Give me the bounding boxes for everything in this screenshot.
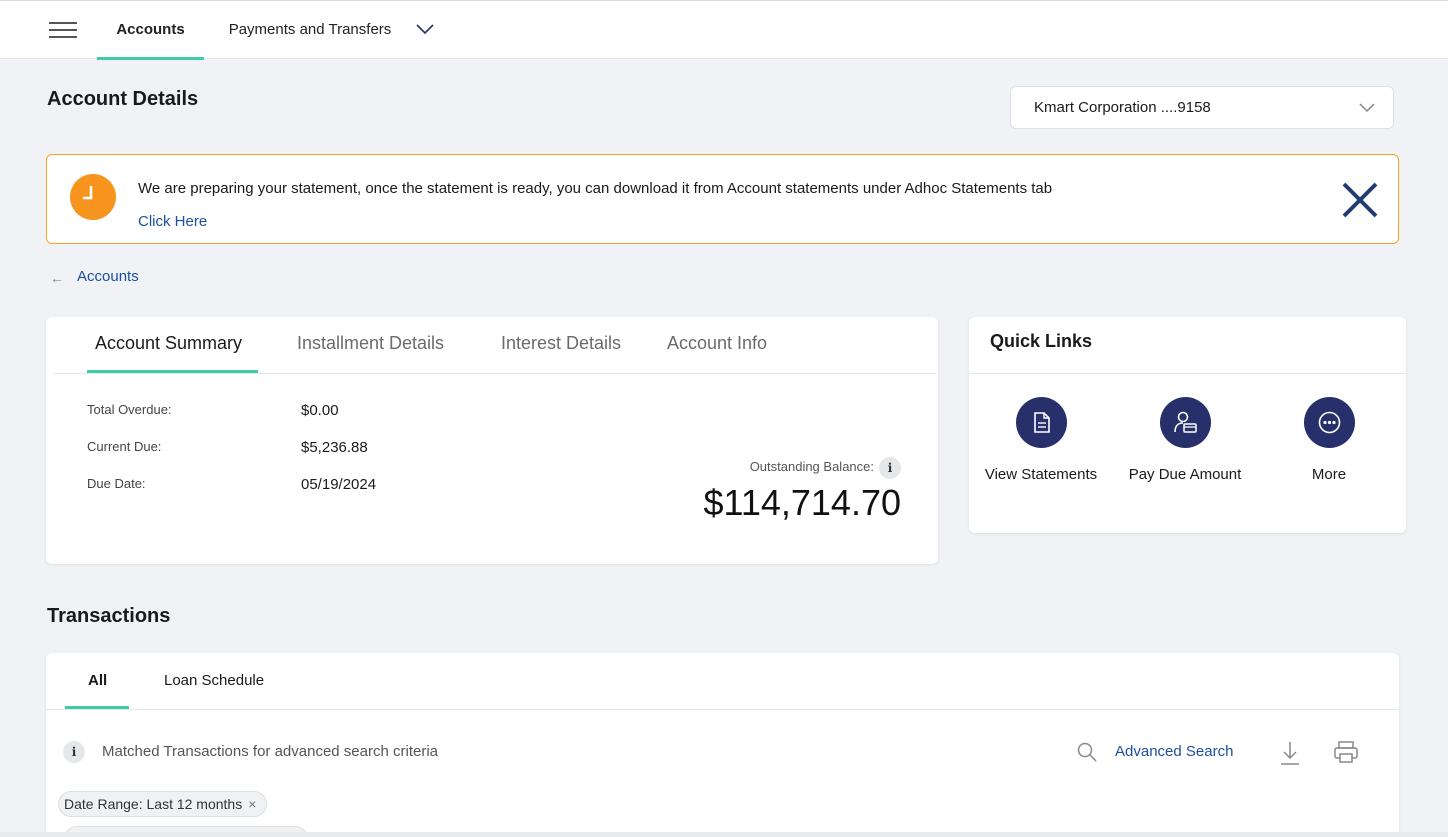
tab-account-info[interactable]: Account Info — [667, 333, 767, 354]
total-overdue-label: Total Overdue: — [87, 402, 172, 417]
chevron-down-icon[interactable] — [416, 23, 434, 35]
close-icon[interactable] — [1341, 181, 1379, 219]
tab-account-summary[interactable]: Account Summary — [95, 333, 242, 354]
due-date-label: Due Date: — [87, 476, 146, 491]
current-due-label: Current Due: — [87, 439, 162, 454]
tab-interest-details[interactable]: Interest Details — [501, 333, 621, 354]
divider — [46, 709, 1399, 710]
due-date-value: 05/19/2024 — [301, 476, 377, 493]
breadcrumb-accounts-link[interactable]: Accounts — [77, 268, 139, 285]
current-due-value: $5,236.88 — [301, 439, 368, 456]
info-icon[interactable]: i — [879, 457, 901, 479]
quick-link-view-statements[interactable]: View Statements — [966, 397, 1116, 483]
quick-link-label: Pay Due Amount — [1128, 466, 1242, 483]
search-icon[interactable] — [1076, 741, 1098, 763]
quick-links-card: Quick Links View Statements Pay Due Amou… — [969, 317, 1406, 533]
quick-link-more[interactable]: More — [1254, 397, 1404, 483]
filter-chip-label: Date Range: Last 12 months — [64, 796, 243, 812]
nav-tab-payments-and-transfers[interactable]: Payments and Transfers — [222, 1, 398, 59]
advanced-search-link[interactable]: Advanced Search — [1115, 743, 1233, 760]
top-nav: Accounts Payments and Transfers — [0, 0, 1448, 60]
total-overdue-value: $0.00 — [301, 402, 339, 419]
back-arrow-icon[interactable]: ← — [50, 270, 64, 286]
page-title: Account Details — [47, 88, 199, 110]
divider — [53, 373, 936, 374]
hamburger-menu-icon[interactable] — [49, 22, 77, 38]
quick-links-title: Quick Links — [990, 331, 1093, 351]
matched-transactions-text: Matched Transactions for advanced search… — [102, 743, 438, 760]
quick-link-pay-due-amount[interactable]: Pay Due Amount — [1110, 397, 1260, 483]
chevron-down-icon — [1359, 103, 1375, 113]
banner-message: We are preparing your statement, once th… — [138, 180, 1053, 197]
transactions-title: Transactions — [47, 605, 171, 627]
divider — [969, 373, 1406, 374]
account-selector[interactable]: Kmart Corporation ....9158 — [1010, 86, 1394, 129]
date-range-filter-chip: Date Range: Last 12 months × — [58, 791, 268, 817]
click-here-link[interactable]: Click Here — [138, 213, 207, 230]
tab-loan-schedule[interactable]: Loan Schedule — [164, 672, 264, 689]
quick-link-label: More — [1311, 466, 1347, 483]
info-icon: i — [63, 741, 85, 763]
transactions-card: All Loan Schedule i Matched Transactions… — [46, 653, 1399, 837]
outstanding-balance-label: Outstanding Balance: — [749, 459, 874, 474]
statement-banner: We are preparing your statement, once th… — [46, 154, 1399, 244]
pay-user-icon — [1159, 397, 1211, 448]
scroll-edge — [0, 832, 1448, 837]
account-selector-value: Kmart Corporation ....9158 — [1034, 99, 1211, 116]
outstanding-balance-value: $114,714.70 — [703, 482, 901, 523]
print-icon[interactable] — [1333, 740, 1359, 764]
account-summary-card: Account Summary Installment Details Inte… — [46, 317, 938, 564]
more-dots-icon — [1303, 397, 1355, 448]
clock-icon — [70, 174, 116, 220]
quick-link-label: View Statements — [984, 466, 1098, 483]
tab-all[interactable]: All — [88, 672, 107, 689]
tab-installment-details[interactable]: Installment Details — [297, 333, 444, 354]
download-icon[interactable] — [1279, 740, 1301, 766]
nav-tab-accounts[interactable]: Accounts — [97, 1, 204, 60]
remove-filter-icon[interactable]: × — [248, 796, 256, 812]
document-icon — [1015, 397, 1067, 448]
